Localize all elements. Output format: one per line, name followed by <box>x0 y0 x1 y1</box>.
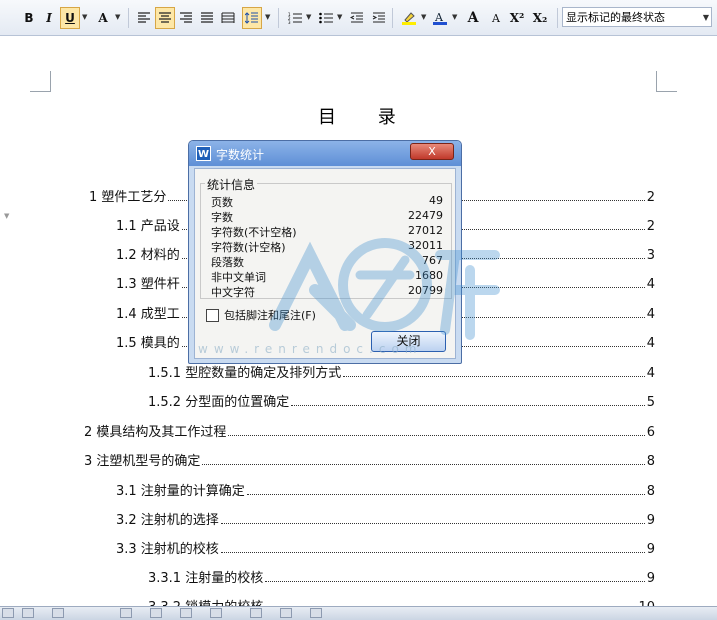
chevron-down-icon: ▼ <box>702 13 709 22</box>
view-icon[interactable] <box>22 608 34 618</box>
font-color-icon[interactable]: A <box>431 8 449 28</box>
align-left-icon[interactable] <box>135 8 153 28</box>
numbered-list-icon[interactable]: 123 <box>286 8 304 28</box>
grow-font-button[interactable]: A <box>464 8 482 28</box>
toolbar-separator <box>278 8 279 28</box>
italic-button[interactable]: I <box>40 8 58 28</box>
draw-tool-icon[interactable] <box>52 608 64 618</box>
character-scale-dropdown-icon[interactable]: ▼ <box>115 13 120 21</box>
shrink-font-button[interactable]: A <box>487 8 505 28</box>
margin-marker-icon: ▼ <box>4 212 10 220</box>
status-bar <box>0 606 717 620</box>
increase-indent-icon[interactable] <box>370 8 388 28</box>
page-corner-mark <box>30 71 51 92</box>
track-changes-display-value: 显示标记的最终状态 <box>566 11 665 24</box>
wps-logo-icon: W <box>196 146 211 161</box>
toc-entry[interactable]: 3.3 注射机的校核 9 <box>116 538 655 557</box>
align-right-icon[interactable] <box>177 8 195 28</box>
bold-button[interactable]: B <box>20 8 38 28</box>
toc-entry[interactable]: 3.1 注射量的计算确定 8 <box>116 480 655 499</box>
checkbox-box[interactable] <box>206 308 219 322</box>
watermark-url: www.renrendoc.com <box>198 342 423 356</box>
toc-entry[interactable]: 2 模具结构及其工作过程 6 <box>84 421 655 440</box>
close-icon[interactable]: X <box>410 143 454 160</box>
track-changes-display-select[interactable]: 显示标记的最终状态 ▼ <box>562 7 712 27</box>
bulleted-list-icon[interactable] <box>317 8 335 28</box>
shape-icon[interactable] <box>180 608 192 618</box>
decrease-indent-icon[interactable] <box>348 8 366 28</box>
font-color-icon[interactable] <box>120 608 132 618</box>
distribute-icon[interactable] <box>219 8 237 28</box>
toolbar-separator <box>128 8 129 28</box>
formatting-toolbar: B I U ▼ A ▼ ▼ 123 ▼ ▼ ▼ A ▼ A A X² X₂ 显示… <box>0 0 717 36</box>
dialog-title: 字数统计 <box>216 148 265 162</box>
underline-button[interactable]: U <box>60 7 80 29</box>
bulleted-list-dropdown-icon[interactable]: ▼ <box>337 13 342 21</box>
underline-dropdown-icon[interactable]: ▼ <box>82 13 87 21</box>
toc-entry[interactable]: 1.5.2 分型面的位置确定 5 <box>148 391 655 410</box>
statistics-group-label: 统计信息 <box>205 176 258 193</box>
toc-entry[interactable]: 3.3.1 注射量的校核 9 <box>148 567 655 586</box>
toc-entry[interactable]: 3.2 注射机的选择 9 <box>116 509 655 528</box>
highlight-icon[interactable] <box>400 8 418 28</box>
line-spacing-dropdown-icon[interactable]: ▼ <box>265 13 270 21</box>
toc-title: 目 录 <box>318 107 414 128</box>
superscript-button[interactable]: X² <box>508 8 526 28</box>
view-icon[interactable] <box>2 608 14 618</box>
shape-icon[interactable] <box>310 608 322 618</box>
font-color-dropdown-icon[interactable]: ▼ <box>452 13 457 21</box>
page-corner-mark <box>656 71 677 92</box>
shape-icon[interactable] <box>280 608 292 618</box>
align-center-icon[interactable] <box>155 7 175 29</box>
line-spacing-icon[interactable] <box>242 7 262 29</box>
shape-icon[interactable] <box>250 608 262 618</box>
dialog-titlebar[interactable]: W 字数统计 X <box>189 141 461 166</box>
subscript-button[interactable]: X₂ <box>531 8 549 28</box>
toolbar-separator <box>392 8 393 28</box>
svg-text:3: 3 <box>288 20 291 24</box>
justify-icon[interactable] <box>198 8 216 28</box>
stat-row: 页数 49 <box>211 194 443 209</box>
toolbar-separator <box>557 8 558 28</box>
line-style-icon[interactable] <box>150 608 162 618</box>
highlight-dropdown-icon[interactable]: ▼ <box>421 13 426 21</box>
character-scale-button[interactable]: A <box>94 8 112 28</box>
toc-entry[interactable]: 3 注塑机型号的确定 8 <box>84 450 655 469</box>
shape-icon[interactable] <box>210 608 222 618</box>
numbered-list-dropdown-icon[interactable]: ▼ <box>306 13 311 21</box>
